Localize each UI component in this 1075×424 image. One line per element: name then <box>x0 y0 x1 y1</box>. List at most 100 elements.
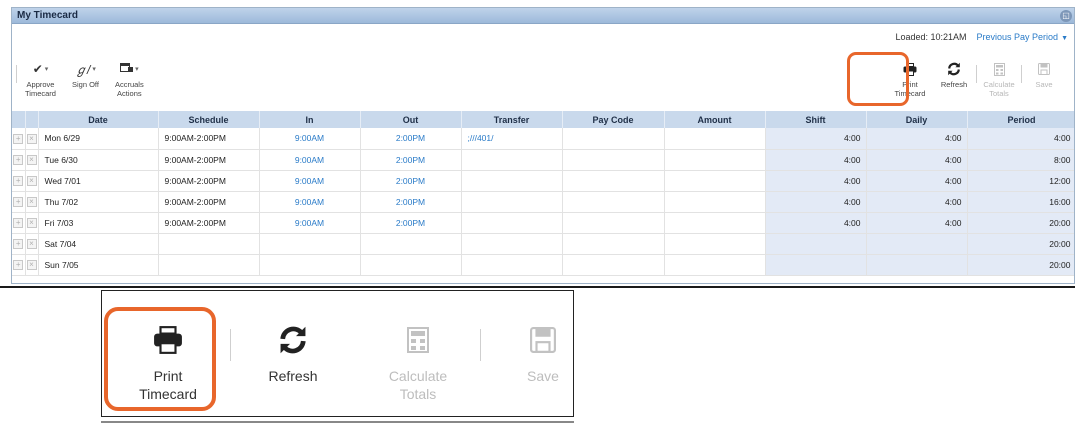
table-row[interactable]: + × Wed 7/01 9:00AM-2:00PM 9:00AM 2:00PM 4:00 4… <box>12 170 1074 192</box>
cell-date: Mon 6/29 <box>38 128 159 150</box>
cell-transfer[interactable] <box>461 170 563 192</box>
cell-schedule: 9:00AM-2:00PM <box>158 191 260 213</box>
calculator-icon <box>993 62 1005 76</box>
pay-period-label: Previous Pay Period <box>976 32 1059 42</box>
cell-daily <box>866 233 968 255</box>
add-icon[interactable]: + <box>13 155 24 165</box>
cell-transfer[interactable] <box>461 233 563 255</box>
delete-icon[interactable]: × <box>26 218 37 228</box>
zoom-refresh-label: Refresh <box>268 368 318 384</box>
pay-period-select[interactable]: Previous Pay Period ▼ <box>977 32 1068 42</box>
cell-transfer[interactable]: ;///401/ <box>461 128 563 150</box>
restore-icon[interactable]: ◱ <box>1060 10 1072 22</box>
cell-in[interactable] <box>259 233 361 255</box>
chevron-down-icon: ▾ <box>44 66 49 73</box>
delete-icon[interactable]: × <box>26 133 37 144</box>
cell-period: 12:00 <box>967 170 1074 192</box>
zoom-save-button[interactable]: Save <box>495 325 591 385</box>
table-row[interactable]: + × Tue 6/30 9:00AM-2:00PM 9:00AM 2:00PM 4:00 4… <box>12 149 1074 171</box>
cell-out[interactable]: 2:00PM <box>360 212 462 234</box>
cell-amount <box>664 254 766 276</box>
header-amount: Amount <box>664 111 766 128</box>
add-icon[interactable]: + <box>13 133 24 144</box>
add-icon[interactable]: + <box>13 260 24 270</box>
cell-shift: 4:00 <box>765 212 867 234</box>
cell-out[interactable] <box>360 233 462 255</box>
cell-period: 20:00 <box>967 254 1074 276</box>
cell-out[interactable]: 2:00PM <box>360 149 462 171</box>
cell-pay-code <box>562 191 665 213</box>
table-row[interactable]: + × Thu 7/02 9:00AM-2:00PM 9:00AM 2:00PM 4:00 4… <box>12 191 1074 213</box>
cell-transfer[interactable] <box>461 254 563 276</box>
cell-amount <box>664 128 766 150</box>
cell-in[interactable]: 9:00AM <box>259 128 361 150</box>
table-row[interactable]: + × Mon 6/29 9:00AM-2:00PM 9:00AM 2:00PM ;///4… <box>12 128 1074 150</box>
cell-schedule: 9:00AM-2:00PM <box>158 128 260 150</box>
cell-pay-code <box>562 212 665 234</box>
accruals-actions-button[interactable]: ▾ Accruals Actions <box>107 62 152 98</box>
sign-off-button[interactable]: ℊ/▾ Sign Off <box>64 62 107 90</box>
calculate-totals-button[interactable]: Calculate Totals <box>977 62 1021 98</box>
table-row[interactable]: + × Sun 7/05 20:00 <box>12 254 1074 276</box>
approve-timecard-button[interactable]: ✔ ▾ Approve Timecard <box>17 62 64 98</box>
cell-in[interactable]: 9:00AM <box>259 191 361 213</box>
chevron-down-icon: ▾ <box>92 66 96 73</box>
table-row[interactable]: + × Sat 7/04 20:00 <box>12 233 1074 255</box>
cell-schedule: 9:00AM-2:00PM <box>158 149 260 171</box>
zoom-calculate-totals-button[interactable]: Calculate Totals <box>370 325 466 403</box>
delete-icon[interactable]: × <box>26 197 37 207</box>
title-bar: My Timecard ◱ <box>12 8 1074 24</box>
cell-in[interactable]: 9:00AM <box>259 212 361 234</box>
header-spacer <box>12 111 26 128</box>
cell-in[interactable]: 9:00AM <box>259 149 361 171</box>
cell-shift: 4:00 <box>765 149 867 171</box>
delete-icon[interactable]: × <box>26 155 37 165</box>
zoom-refresh-button[interactable]: Refresh <box>245 325 341 385</box>
cell-out[interactable]: 2:00PM <box>360 128 462 150</box>
cell-in[interactable]: 9:00AM <box>259 170 361 192</box>
cell-schedule: 9:00AM-2:00PM <box>158 170 260 192</box>
header-daily: Daily <box>866 111 968 128</box>
row-action-cell: + <box>12 233 26 255</box>
loaded-time: Loaded: 10:21AM <box>895 32 967 42</box>
row-action-cell: + <box>12 212 26 234</box>
delete-icon[interactable]: × <box>26 239 37 249</box>
add-icon[interactable]: + <box>13 176 24 186</box>
add-icon[interactable]: + <box>13 218 24 228</box>
cell-shift: 4:00 <box>765 170 867 192</box>
cell-amount <box>664 233 766 255</box>
cell-out[interactable]: 2:00PM <box>360 191 462 213</box>
add-icon[interactable]: + <box>13 239 24 249</box>
refresh-button[interactable]: Refresh <box>932 62 976 89</box>
row-action-cell: × <box>25 128 39 150</box>
cell-out[interactable]: 2:00PM <box>360 170 462 192</box>
delete-icon[interactable]: × <box>26 176 37 186</box>
cell-daily: 4:00 <box>866 212 968 234</box>
cell-in[interactable] <box>259 254 361 276</box>
cell-amount <box>664 212 766 234</box>
cell-transfer[interactable] <box>461 212 563 234</box>
refresh-icon <box>278 325 308 355</box>
cell-date: Sun 7/05 <box>38 254 159 276</box>
row-action-cell: + <box>12 191 26 213</box>
print-timecard-zoom-highlight <box>104 307 216 411</box>
cell-transfer[interactable] <box>461 149 563 171</box>
cell-schedule <box>158 254 260 276</box>
toolbar-right: Print Timecard Refresh Calculate Totals … <box>888 62 1066 98</box>
delete-icon[interactable]: × <box>26 260 37 270</box>
row-action-cell: + <box>12 149 26 171</box>
toolbar-divider <box>230 329 231 361</box>
add-icon[interactable]: + <box>13 197 24 207</box>
cell-daily: 4:00 <box>866 149 968 171</box>
cell-transfer[interactable] <box>461 191 563 213</box>
sign-off-label: Sign Off <box>71 80 99 89</box>
cell-date: Tue 6/30 <box>38 149 159 171</box>
save-button[interactable]: Save <box>1022 62 1066 89</box>
table-row[interactable]: + × Fri 7/03 9:00AM-2:00PM 9:00AM 2:00PM 4:00 4… <box>12 212 1074 234</box>
calculate-totals-label: Calculate Totals <box>983 80 1015 98</box>
header-schedule: Schedule <box>158 111 260 128</box>
callout-underline <box>101 421 574 423</box>
cell-out[interactable] <box>360 254 462 276</box>
refresh-icon <box>947 62 961 76</box>
header-out: Out <box>360 111 462 128</box>
